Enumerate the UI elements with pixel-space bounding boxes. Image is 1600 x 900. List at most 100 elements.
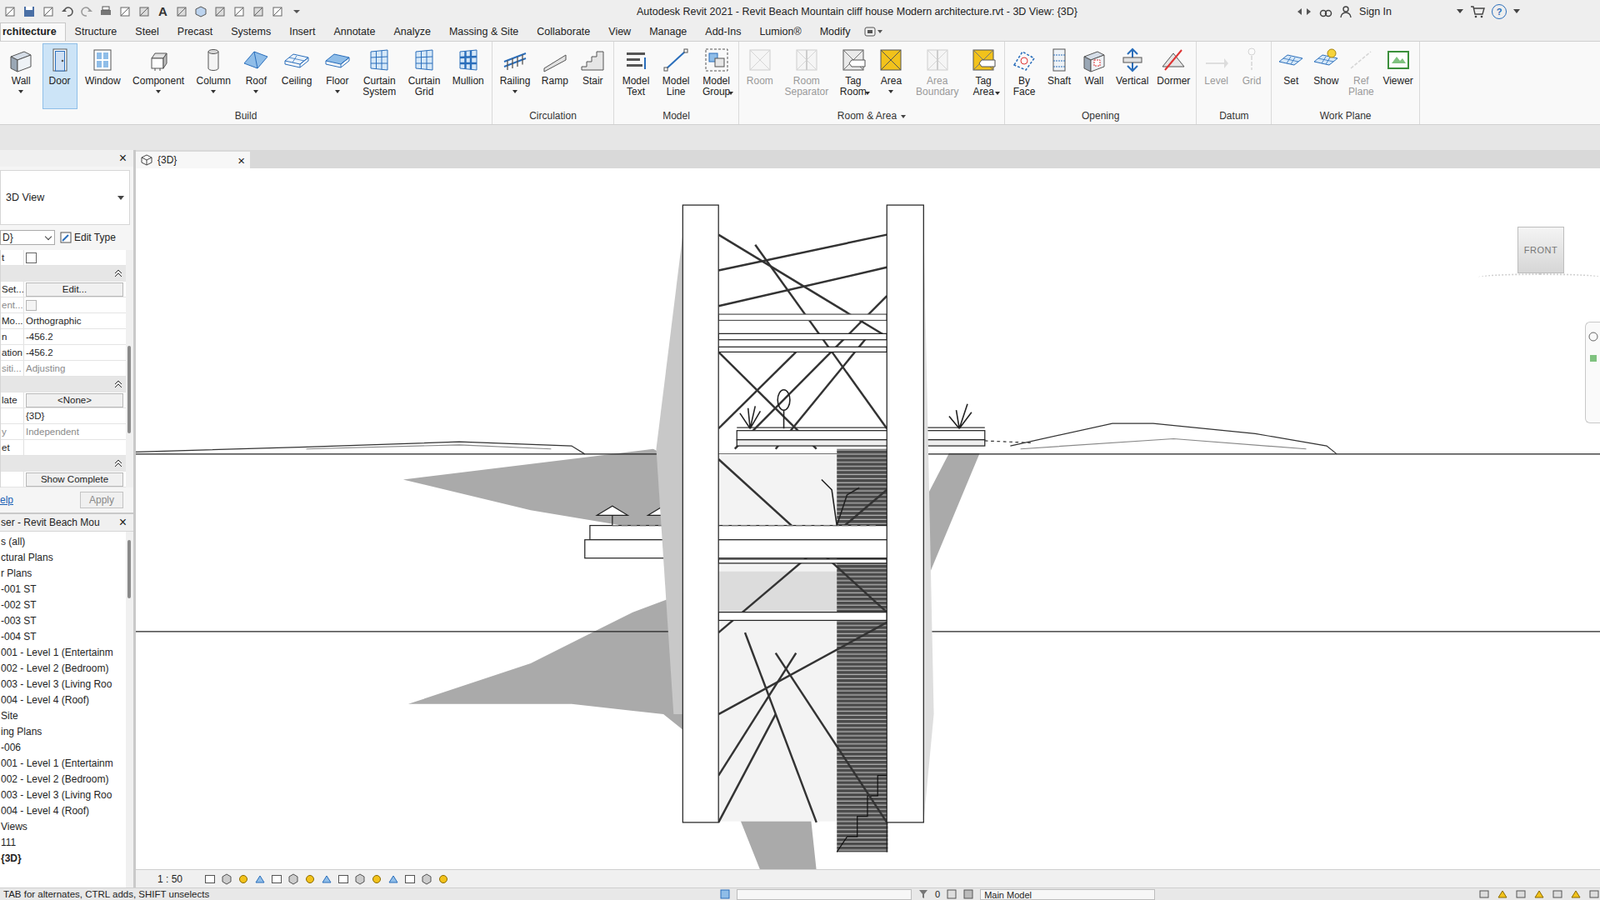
binoculars-icon[interactable] <box>1319 5 1333 19</box>
ribbon-button[interactable]: Column <box>192 43 235 110</box>
view-tab[interactable]: {3D} × <box>135 151 250 169</box>
save-icon[interactable] <box>22 5 36 19</box>
ribbon-button[interactable]: Area <box>873 43 909 110</box>
ribbon-tab[interactable]: Manage <box>640 22 696 41</box>
view-cube-face[interactable]: FRONT <box>1524 245 1558 255</box>
property-checkbox[interactable] <box>25 300 37 311</box>
browser-item[interactable]: ing Plans <box>0 724 126 740</box>
dropdown-arrow[interactable] <box>728 91 734 95</box>
ribbon-button[interactable]: Dormer <box>1152 43 1195 110</box>
measure-icon[interactable] <box>118 5 132 19</box>
ribbon-button[interactable]: Curtain Grid <box>404 43 445 110</box>
ribbon-button[interactable]: Model Line <box>658 43 695 110</box>
text-tool-button[interactable]: A <box>156 4 170 19</box>
worksets-icon[interactable] <box>720 889 730 900</box>
browser-item[interactable]: r Plans <box>0 565 126 582</box>
ribbon-tab[interactable]: Annotate <box>324 22 385 41</box>
panel-toggle-icon[interactable] <box>864 25 885 38</box>
dropdown-arrow[interactable] <box>888 90 894 94</box>
ribbon-button[interactable]: Tag Area <box>965 43 1001 110</box>
browser-item[interactable]: -002 ST <box>0 597 126 614</box>
collapse-icon[interactable] <box>114 459 123 468</box>
ribbon-button[interactable]: Railing <box>495 43 535 110</box>
property-group-header[interactable] <box>0 265 126 282</box>
browser-item[interactable]: {3D} <box>0 850 126 867</box>
selection-option-icon[interactable] <box>1588 889 1600 900</box>
view-control-icon[interactable] <box>204 873 216 885</box>
browser-item[interactable]: -001 ST <box>0 581 126 598</box>
ribbon-button[interactable]: Tag Room <box>835 43 871 110</box>
view-control-icon[interactable] <box>320 873 333 885</box>
ribbon-tab[interactable]: Steel <box>125 22 169 41</box>
selection-option-icon[interactable] <box>1533 889 1545 900</box>
ribbon-button[interactable]: By Face <box>1006 43 1042 110</box>
help-button[interactable]: ? <box>1491 4 1507 20</box>
ribbon-button[interactable]: Door <box>42 43 78 110</box>
property-value[interactable]: -456.2 <box>25 347 54 358</box>
print-icon[interactable] <box>99 5 113 19</box>
property-button[interactable]: Show Complete <box>25 472 124 487</box>
view-control-icon[interactable] <box>287 873 300 885</box>
properties-help-link[interactable]: elp <box>0 494 14 506</box>
browser-item[interactable]: Views <box>0 819 126 835</box>
switch-icon[interactable] <box>270 5 285 19</box>
property-checkbox[interactable] <box>25 252 37 264</box>
ribbon-tab[interactable]: rchitecture <box>0 22 66 41</box>
browser-item[interactable]: -003 ST <box>0 613 126 630</box>
collapse-icon[interactable] <box>114 380 123 389</box>
ribbon-button[interactable]: Model Text <box>618 43 655 110</box>
dropdown-arrow[interactable] <box>512 90 518 94</box>
dropdown-arrow[interactable] <box>253 90 259 94</box>
ribbon-button[interactable]: Ceiling <box>277 43 317 110</box>
ribbon-tab[interactable]: Analyze <box>384 22 440 41</box>
property-button[interactable]: Edit... <box>25 282 124 297</box>
ribbon-button[interactable]: Room <box>742 43 778 110</box>
ribbon-button[interactable]: Viewer <box>1378 43 1417 110</box>
dropdown-arrow[interactable] <box>210 90 216 94</box>
ribbon-button[interactable]: Level <box>1199 43 1235 110</box>
cart-icon[interactable] <box>1470 5 1485 19</box>
ribbon-tab[interactable]: Insert <box>280 22 325 41</box>
view-cube-compass[interactable] <box>1477 273 1600 282</box>
account-menu-arrow[interactable] <box>1456 9 1464 14</box>
browser-item[interactable]: 001 - Level 1 (Entertainm <box>0 755 126 772</box>
browser-item[interactable]: Site <box>0 708 126 725</box>
close-button[interactable]: × <box>115 151 134 165</box>
ribbon-button[interactable]: Set <box>1273 43 1309 110</box>
dropdown-arrow[interactable] <box>155 90 161 94</box>
close-tab-button[interactable]: × <box>237 154 245 167</box>
workset-field[interactable] <box>736 889 912 900</box>
ribbon-button[interactable]: Show <box>1308 43 1344 110</box>
ribbon-tab[interactable]: Modify <box>810 22 860 41</box>
ribbon-button[interactable]: Model Group <box>698 43 735 110</box>
ribbon-button[interactable]: Floor <box>320 43 355 110</box>
steering-wheel-icon[interactable] <box>1587 330 1600 343</box>
view-selector[interactable]: D} <box>0 230 55 245</box>
browser-item[interactable]: s (all) <box>0 534 126 550</box>
ribbon-button[interactable]: Vertical <box>1111 43 1153 110</box>
design-options-icon[interactable] <box>946 889 957 900</box>
filter-icon[interactable] <box>918 889 929 900</box>
view-control-icon[interactable] <box>254 873 266 885</box>
view-control-icon[interactable] <box>370 873 383 885</box>
ribbon-button[interactable]: Room Separator <box>780 43 833 110</box>
selection-option-icon[interactable] <box>1551 889 1564 900</box>
type-dropdown-arrow[interactable] <box>117 195 125 200</box>
browser-item[interactable]: 004 - Level 4 (Roof) <box>0 803 126 820</box>
browser-item[interactable]: 111 <box>0 835 126 851</box>
ribbon-button[interactable]: Shaft <box>1041 43 1077 110</box>
ribbon-button[interactable]: Wall <box>3 43 39 110</box>
3d-view-canvas[interactable]: FRONT <box>135 168 1600 870</box>
ribbon-tab[interactable]: Structure <box>65 22 127 41</box>
tag-icon[interactable] <box>175 5 189 19</box>
pan-icon[interactable] <box>1587 352 1600 365</box>
selection-option-icon[interactable] <box>1478 889 1490 900</box>
navigation-bar[interactable] <box>1585 321 1600 424</box>
browser-item[interactable]: 002 - Level 2 (Bedroom) <box>0 771 126 788</box>
browser-item[interactable]: 003 - Level 3 (Living Roo <box>0 676 126 693</box>
property-value[interactable]: -456.2 <box>25 331 54 342</box>
browser-item[interactable]: -004 ST <box>0 629 126 645</box>
edit-type-button[interactable]: Edit Type <box>60 231 116 244</box>
view-cube[interactable]: FRONT <box>1517 226 1565 274</box>
browser-item[interactable]: 003 - Level 3 (Living Roo <box>0 787 126 804</box>
